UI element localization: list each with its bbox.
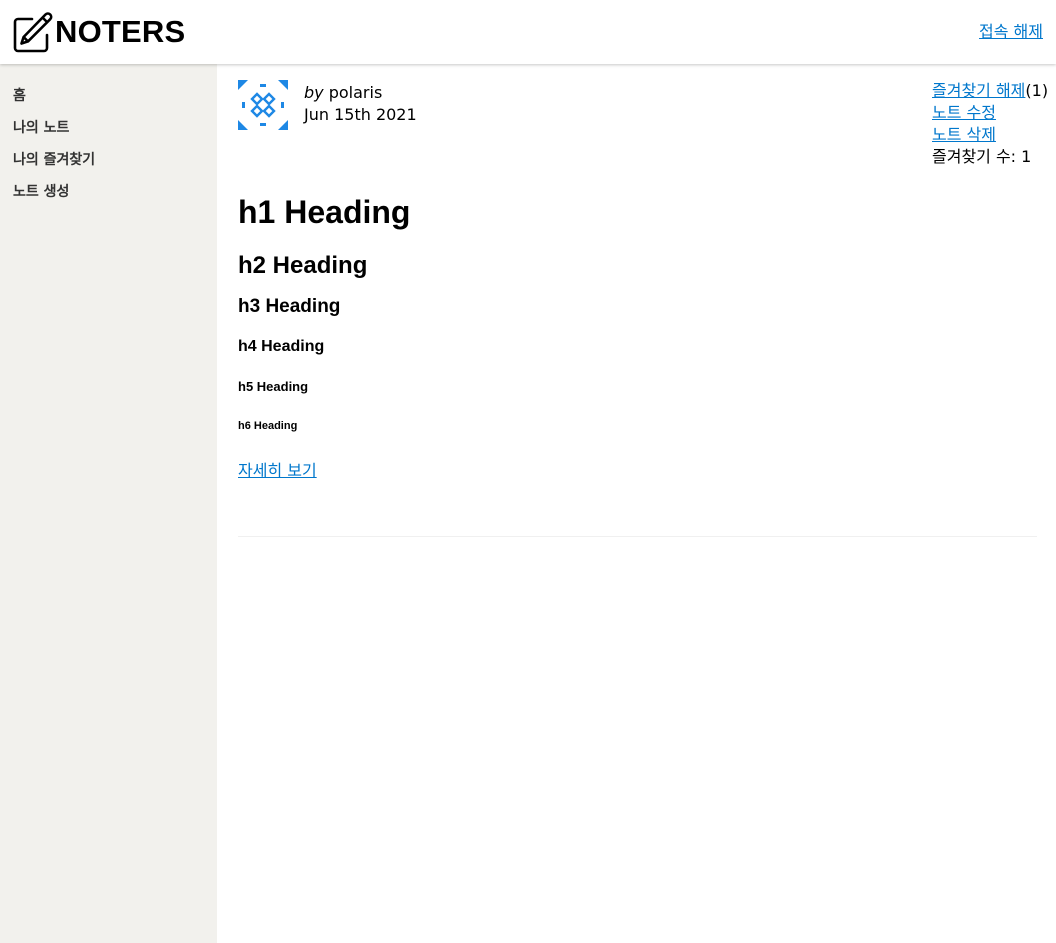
content-h1: h1 Heading: [238, 194, 411, 230]
note-meta: by polaris Jun 15th 2021 즐겨찾기 해제(1) 노트 수…: [238, 80, 1048, 180]
content-h5: h5 Heading: [238, 379, 309, 394]
sidebar-item-new-note[interactable]: 노트 생성: [0, 180, 217, 212]
logo-link[interactable]: NOTERS: [12, 11, 185, 53]
logout-link[interactable]: 접속 해제: [979, 22, 1043, 42]
sidebar-nav: 홈 나의 노트 나의 즐겨찾기 노트 생성: [0, 64, 217, 212]
note-author: by polaris: [304, 82, 382, 104]
content-h2: h2 Heading: [238, 252, 368, 279]
logo-text: NOTERS: [55, 14, 186, 49]
favorite-row: 즐겨찾기 해제(1): [932, 80, 1048, 102]
read-more-link[interactable]: 자세히 보기: [238, 461, 317, 480]
sidebar-item-home[interactable]: 홈: [0, 84, 217, 116]
avatar: [238, 80, 288, 130]
sidebar-item-my-favorites[interactable]: 나의 즐겨찾기: [0, 148, 217, 180]
note-content: h1 Heading h2 Heading h3 Heading h4 Head…: [238, 190, 1037, 482]
note-date: Jun 15th 2021: [304, 105, 417, 124]
edit-row: 노트 수정: [932, 102, 1048, 124]
content-h6: h6 Heading: [238, 420, 298, 432]
author-name: polaris: [328, 83, 383, 102]
by-label: by: [304, 83, 324, 102]
note-actions: 즐겨찾기 해제(1) 노트 수정 노트 삭제 즐겨찾기 수: 1: [932, 80, 1048, 168]
favorite-count-badge: (1): [1025, 81, 1049, 100]
delete-note-button[interactable]: 노트 삭제: [932, 125, 996, 144]
favorite-count-text: 즐겨찾기 수: 1: [932, 147, 1032, 166]
sidebar-item-my-notes[interactable]: 나의 노트: [0, 116, 217, 148]
unfavorite-button[interactable]: 즐겨찾기 해제: [932, 81, 1025, 100]
sidebar-list: 홈 나의 노트 나의 즐겨찾기 노트 생성: [0, 64, 217, 212]
content-h3: h3 Heading: [238, 296, 341, 317]
sidebar: 홈 나의 노트 나의 즐겨찾기 노트 생성: [0, 64, 217, 943]
pencil-square-icon: [13, 12, 53, 53]
app-header: NOTERS 접속 해제: [0, 0, 1056, 64]
delete-row: 노트 삭제: [932, 124, 1048, 146]
content-h4: h4 Heading: [238, 338, 325, 355]
edit-note-link[interactable]: 노트 수정: [932, 103, 996, 122]
note-article: by polaris Jun 15th 2021 즐겨찾기 해제(1) 노트 수…: [238, 80, 1048, 480]
note-divider: [238, 536, 1037, 537]
